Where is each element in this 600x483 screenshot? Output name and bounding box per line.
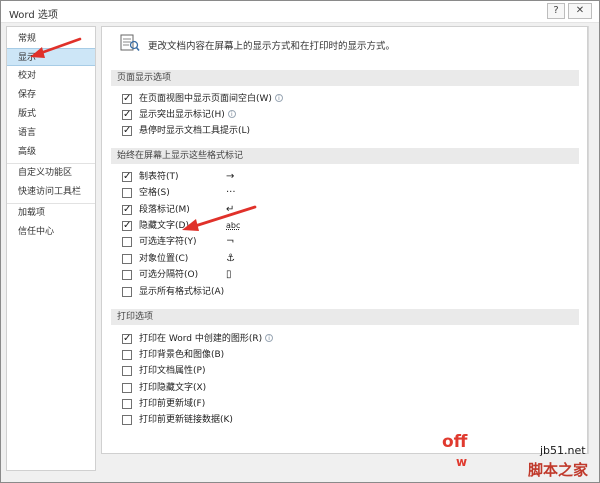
option-label: 悬停时显示文档工具提示(L) <box>139 126 251 136</box>
checkbox[interactable] <box>122 92 132 106</box>
dialog-title: Word 选项 <box>9 10 58 21</box>
checkbox[interactable] <box>122 350 132 360</box>
checkbox[interactable] <box>122 237 132 247</box>
options-sidebar: 常规 显示 校对 保存 版式 语言 高级 自定义功能区 快速访问工具栏 加载项 … <box>6 26 96 471</box>
section-format-marks: 始终在屏幕上显示这些格式标记 <box>111 148 579 164</box>
sidebar-item-quick-access-toolbar[interactable]: 快速访问工具栏 <box>7 183 95 201</box>
info-icon: i <box>227 110 236 118</box>
checkbox[interactable] <box>122 287 132 297</box>
option-label: 空格(S) <box>139 188 170 198</box>
watermark-brand: 脚本之家 <box>528 461 589 479</box>
annotation-arrow-sidebar <box>30 37 82 58</box>
sidebar-item-add-ins[interactable]: 加载项 <box>7 204 95 222</box>
sidebar-item-advanced[interactable]: 高级 <box>7 143 95 161</box>
sidebar-item-typography[interactable]: 版式 <box>7 105 95 123</box>
content-scrollbar[interactable] <box>588 26 598 454</box>
option-label: 显示突出显示标记(H) <box>139 110 225 120</box>
option-label: 对象位置(C) <box>139 254 189 264</box>
checkbox[interactable] <box>122 366 132 376</box>
sidebar-item-language[interactable]: 语言 <box>7 124 95 142</box>
checkbox[interactable] <box>122 170 132 184</box>
watermark-site: jb51.net <box>540 444 586 457</box>
option-label: 在页面视图中显示页面间空白(W) <box>139 94 272 104</box>
option-label: 打印文档属性(P) <box>139 366 206 376</box>
section-page-display: 页面显示选项 <box>111 70 579 86</box>
info-icon: i <box>265 334 274 342</box>
checkbox[interactable] <box>122 254 132 264</box>
option-label: 可选分隔符(O) <box>139 270 199 280</box>
option-label: 打印背景色和图像(B) <box>139 350 225 360</box>
option-label: 打印前更新域(F) <box>139 399 206 409</box>
info-icon: i <box>274 94 283 102</box>
checkbox[interactable] <box>122 415 132 425</box>
title-bar: Word 选项 ? ✕ <box>1 1 599 23</box>
option-label: 显示所有格式标记(A) <box>139 287 225 297</box>
checkbox[interactable] <box>122 270 132 280</box>
section-print-options: 打印选项 <box>111 309 579 325</box>
option-label: 打印在 Word 中创建的图形(R) <box>139 334 263 344</box>
optional-hyphen-icon: ¬ <box>226 236 235 247</box>
watermark-off: off <box>442 432 468 452</box>
display-options-panel: 更改文档内容在屏幕上的显示方式和在打印时的显示方式。 页面显示选项 在页面视图中… <box>101 26 588 454</box>
sidebar-item-proofing[interactable]: 校对 <box>7 67 95 85</box>
optional-break-icon: ▯ <box>226 269 232 280</box>
panel-description: 更改文档内容在屏幕上的显示方式和在打印时的显示方式。 <box>148 41 396 52</box>
tab-mark-icon: → <box>226 171 235 182</box>
anchor-icon: ⚓ <box>226 253 235 264</box>
sidebar-item-save[interactable]: 保存 <box>7 86 95 104</box>
document-display-icon <box>120 34 140 52</box>
help-button[interactable]: ? <box>547 3 565 19</box>
checkbox[interactable] <box>122 332 132 346</box>
checkbox[interactable] <box>122 124 132 138</box>
sidebar-item-customize-ribbon[interactable]: 自定义功能区 <box>7 164 95 182</box>
annotation-arrow-hidden-text <box>182 205 257 231</box>
checkbox[interactable] <box>122 399 132 409</box>
option-label: 可选连字符(Y) <box>139 237 197 247</box>
checkbox[interactable] <box>122 188 132 198</box>
space-mark-icon: ··· <box>226 187 236 198</box>
checkbox[interactable] <box>122 219 132 233</box>
option-label: 打印前更新链接数据(K) <box>139 415 233 425</box>
checkbox[interactable] <box>122 108 132 122</box>
checkbox[interactable] <box>122 203 132 217</box>
option-label: 制表符(T) <box>139 172 179 182</box>
watermark-w: w <box>456 455 468 469</box>
option-label: 打印隐藏文字(X) <box>139 383 207 393</box>
close-button[interactable]: ✕ <box>568 3 592 19</box>
checkbox[interactable] <box>122 383 132 393</box>
sidebar-item-trust-center[interactable]: 信任中心 <box>7 223 95 241</box>
